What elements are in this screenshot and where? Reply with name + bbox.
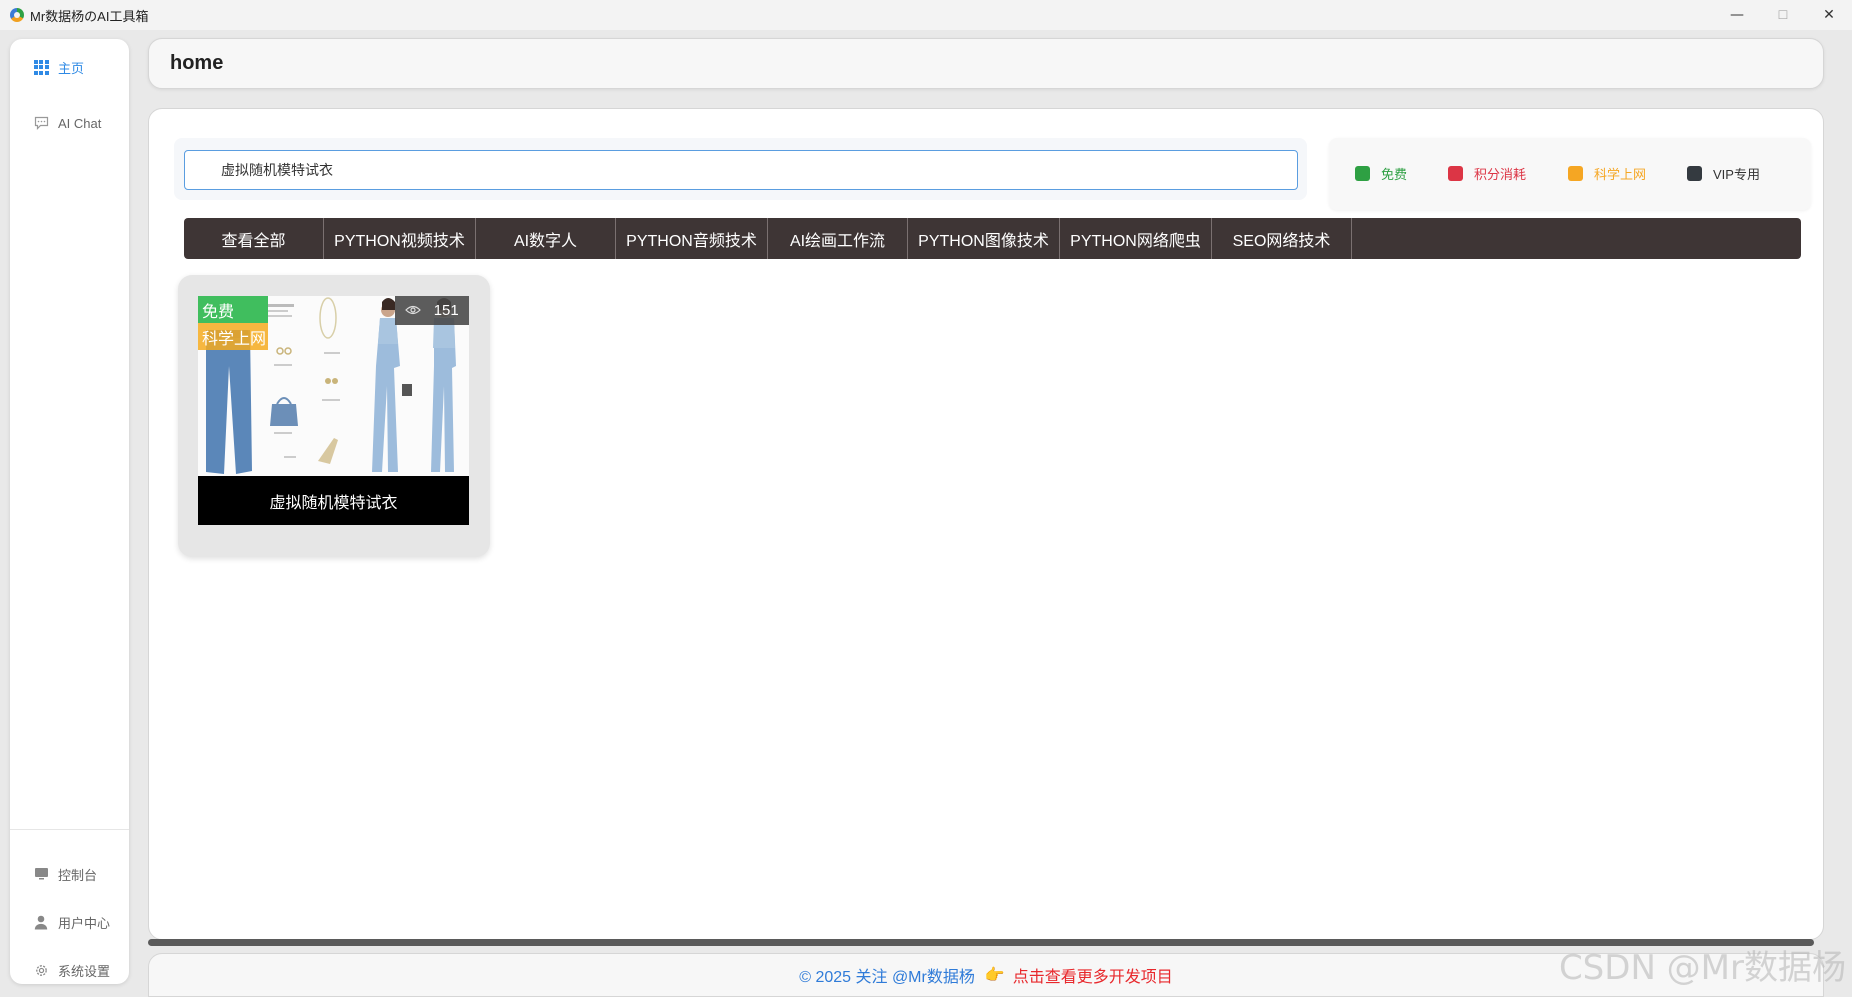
tab-python-audio[interactable]: PYTHON音频技术 <box>616 218 768 259</box>
sidebar-item-label: 主页 <box>58 60 85 76</box>
category-tabs: 查看全部 PYTHON视频技术 AI数字人 PYTHON音频技术 AI绘画工作流… <box>184 218 1801 259</box>
monitor-icon <box>33 866 49 882</box>
tab-ai-painting[interactable]: AI绘画工作流 <box>768 218 908 259</box>
window-controls: — ☐ ✕ <box>1714 0 1852 30</box>
legend-swatch <box>1568 166 1583 181</box>
tab-python-image[interactable]: PYTHON图像技术 <box>908 218 1060 259</box>
close-button[interactable]: ✕ <box>1806 0 1852 30</box>
sidebar-item-home[interactable]: 主页 <box>10 47 129 87</box>
legend-label: VIP专用 <box>1713 167 1760 182</box>
sidebar: 主页 AI Chat 控制台 用户中心 系统设置 <box>10 39 129 984</box>
user-icon <box>33 914 49 930</box>
sidebar-divider <box>10 829 129 830</box>
maximize-button[interactable]: ☐ <box>1760 0 1806 30</box>
legend-swatch <box>1355 166 1370 181</box>
pointing-hand-icon: 👉 <box>984 967 1005 984</box>
search-container <box>174 138 1307 200</box>
sidebar-item-label: 控制台 <box>58 867 98 883</box>
sidebar-item-label: 用户中心 <box>58 915 111 931</box>
view-count: 151 <box>395 296 469 325</box>
card-title[interactable]: 虚拟随机模特试衣 <box>198 476 469 525</box>
eye-icon <box>405 302 422 319</box>
legend: 免费 积分消耗 科学上网 VIP专用 <box>1329 138 1811 210</box>
sidebar-item-console[interactable]: 控制台 <box>10 854 129 894</box>
legend-item-vpn: 科学上网 <box>1568 164 1646 183</box>
tool-card[interactable]: 免费 科学上网 151 虚拟随机模特试衣 <box>178 275 490 557</box>
tab-python-video[interactable]: PYTHON视频技术 <box>324 218 476 259</box>
legend-label: 免费 <box>1381 167 1408 182</box>
window-title: Mr数据杨のAI工具箱 <box>30 8 149 24</box>
view-count-value: 151 <box>433 302 459 319</box>
chat-icon <box>33 115 49 131</box>
watermark: CSDN @Mr数据杨 <box>1558 948 1846 988</box>
badge-free: 免费 <box>198 296 268 323</box>
sidebar-item-settings[interactable]: 系统设置 <box>10 950 129 990</box>
grid-icon <box>33 59 49 75</box>
badge-vpn: 科学上网 <box>198 323 268 350</box>
footer-more-projects-link[interactable]: 点击查看更多开发项目 <box>1013 963 1173 987</box>
tab-all[interactable]: 查看全部 <box>184 218 324 259</box>
page-title: home <box>170 52 224 74</box>
minimize-button[interactable]: — <box>1714 0 1760 30</box>
legend-item-free: 免费 <box>1355 164 1407 183</box>
tab-seo[interactable]: SEO网络技术 <box>1212 218 1352 259</box>
card-thumbnail[interactable]: 免费 科学上网 151 <box>198 296 469 476</box>
main-panel: 免费 积分消耗 科学上网 VIP专用 查看全部 PYTHON视频技术 AI数字人… <box>148 108 1824 940</box>
legend-item-vip: VIP专用 <box>1687 164 1760 183</box>
app-logo-icon <box>10 8 24 22</box>
gear-icon <box>33 962 49 978</box>
header-bar: home <box>148 38 1824 89</box>
sidebar-item-label: AI Chat <box>58 115 102 131</box>
legend-swatch <box>1687 166 1702 181</box>
tab-ai-digital-human[interactable]: AI数字人 <box>476 218 616 259</box>
sidebar-item-label: 系统设置 <box>58 963 111 979</box>
sidebar-item-user-center[interactable]: 用户中心 <box>10 902 129 942</box>
search-input[interactable] <box>184 150 1298 190</box>
sidebar-item-ai-chat[interactable]: AI Chat <box>10 103 129 143</box>
legend-label: 科学上网 <box>1594 167 1647 182</box>
tab-python-crawler[interactable]: PYTHON网络爬虫 <box>1060 218 1212 259</box>
footer-copyright[interactable]: © 2025 关注 @Mr数据杨 <box>799 963 975 987</box>
legend-item-points: 积分消耗 <box>1448 164 1526 183</box>
legend-label: 积分消耗 <box>1474 167 1527 182</box>
title-bar: Mr数据杨のAI工具箱 — ☐ ✕ <box>0 0 1852 30</box>
legend-swatch <box>1448 166 1463 181</box>
